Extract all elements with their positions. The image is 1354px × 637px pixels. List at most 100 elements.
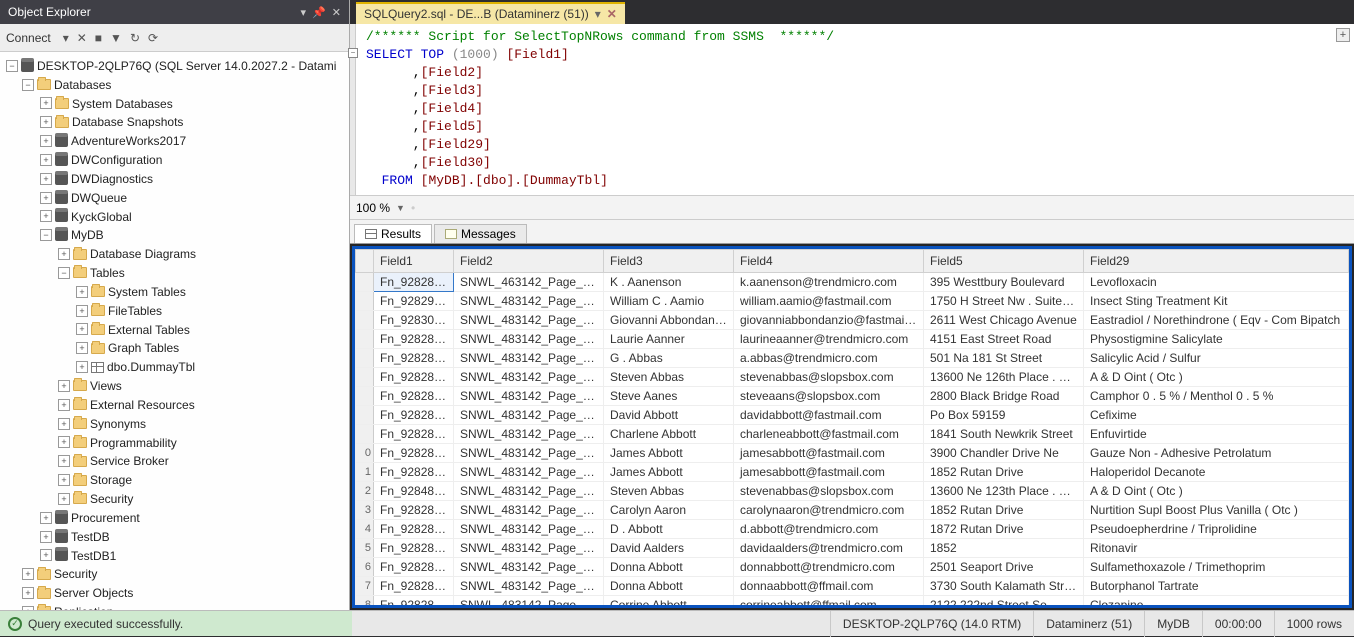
cell-field1[interactable]: Fn_9282848: [374, 520, 454, 539]
cell-field3[interactable]: David Abbott: [604, 406, 734, 425]
cell-field3[interactable]: David Aalders: [604, 539, 734, 558]
cell-field1[interactable]: Fn_9282843: [374, 406, 454, 425]
mydb-sub-node[interactable]: Service Broker: [90, 454, 169, 468]
cell-field1[interactable]: Fn_9282841: [374, 368, 454, 387]
cell-field1[interactable]: Fn_9283063: [374, 311, 454, 330]
tab-messages[interactable]: Messages: [434, 224, 527, 243]
cell-field4[interactable]: davidaalders@trendmicro.com: [734, 539, 924, 558]
diagrams-node[interactable]: Database Diagrams: [90, 247, 196, 261]
cell-field29[interactable]: Cefixime: [1084, 406, 1349, 425]
cell-field5[interactable]: 2611 West Chicago Avenue: [924, 311, 1084, 330]
tab-dropdown-icon[interactable]: ▾: [595, 7, 601, 21]
cell-field1[interactable]: Fn_9282852: [374, 596, 454, 609]
mydb-sub-node[interactable]: Security: [90, 492, 133, 506]
cell-field2[interactable]: SNWL_483142_Page_5659: [454, 539, 604, 558]
tree-toggle[interactable]: +: [40, 549, 52, 561]
cell-field3[interactable]: G . Abbas: [604, 349, 734, 368]
row-number[interactable]: [356, 406, 374, 425]
row-number[interactable]: [356, 368, 374, 387]
cell-field2[interactable]: SNWL_483142_Page_5659: [454, 577, 604, 596]
row-number[interactable]: [356, 330, 374, 349]
tree-toggle[interactable]: +: [58, 493, 70, 505]
cell-field3[interactable]: Steve Aanes: [604, 387, 734, 406]
cell-field3[interactable]: Laurie Aanner: [604, 330, 734, 349]
cell-field3[interactable]: Carolyn Aaron: [604, 501, 734, 520]
connect-button[interactable]: Connect: [6, 31, 55, 45]
cell-field29[interactable]: Insect Sting Treatment Kit: [1084, 292, 1349, 311]
cell-field1[interactable]: Fn_9282844: [374, 425, 454, 444]
pin-icon[interactable]: 📌: [312, 6, 326, 19]
tree-toggle[interactable]: +: [22, 568, 34, 580]
tree-toggle[interactable]: +: [58, 380, 70, 392]
cell-field4[interactable]: donnabbott@trendmicro.com: [734, 558, 924, 577]
cell-field3[interactable]: James Abbott: [604, 444, 734, 463]
cell-field4[interactable]: d.abbott@trendmicro.com: [734, 520, 924, 539]
cell-field29[interactable]: Butorphanol Tartrate: [1084, 577, 1349, 596]
db-node[interactable]: TestDB: [71, 530, 110, 544]
editor-expand-icon[interactable]: +: [1336, 28, 1350, 42]
results-grid[interactable]: Field1 Field2 Field3 Field4 Field5 Field…: [355, 249, 1349, 608]
row-number[interactable]: 4: [356, 520, 374, 539]
tree-toggle[interactable]: +: [40, 135, 52, 147]
cell-field5[interactable]: 1841 South Newkrik Street: [924, 425, 1084, 444]
table-row[interactable]: 8Fn_9282852SNWL_483142_Page_5659Corrine …: [356, 596, 1349, 609]
cell-field2[interactable]: SNWL_483142_Page_5658: [454, 349, 604, 368]
column-header[interactable]: Field2: [454, 250, 604, 273]
tree-toggle[interactable]: +: [58, 455, 70, 467]
cell-field29[interactable]: Nurtition Supl Boost Plus Vanilla ( Otc …: [1084, 501, 1349, 520]
cell-field2[interactable]: SNWL_483142_Page_5658: [454, 463, 604, 482]
row-header-corner[interactable]: [356, 250, 374, 273]
cell-field1[interactable]: Fn_9282863: [374, 273, 454, 292]
tree-toggle[interactable]: +: [58, 418, 70, 430]
tab-close-icon[interactable]: ✕: [607, 7, 617, 21]
cell-field4[interactable]: jamesabbott@fastmail.com: [734, 463, 924, 482]
table-row[interactable]: Fn_9282863SNWL_463142_Page_5661K . Aanen…: [356, 273, 1349, 292]
table-sub-node[interactable]: Graph Tables: [108, 341, 179, 355]
cell-field29[interactable]: Clozapine: [1084, 596, 1349, 609]
table-row[interactable]: Fn_9282844SNWL_483142_Page_5658Charlene …: [356, 425, 1349, 444]
cell-field3[interactable]: Donna Abbott: [604, 577, 734, 596]
tree-toggle[interactable]: +: [76, 305, 88, 317]
cell-field2[interactable]: SNWL_483142_Page_5567: [454, 292, 604, 311]
db-node[interactable]: DWConfiguration: [71, 153, 162, 167]
cell-field29[interactable]: Gauze Non - Adhesive Petrolatum: [1084, 444, 1349, 463]
tree-toggle[interactable]: +: [76, 286, 88, 298]
tree-toggle[interactable]: +: [76, 323, 88, 335]
cell-field1[interactable]: Fn_9284841: [374, 482, 454, 501]
cell-field29[interactable]: Ritonavir: [1084, 539, 1349, 558]
dropdown-icon[interactable]: ▾: [301, 6, 307, 19]
tree-toggle[interactable]: +: [40, 154, 52, 166]
table-sub-node[interactable]: FileTables: [108, 304, 162, 318]
cell-field29[interactable]: Salicylic Acid / Sulfur: [1084, 349, 1349, 368]
table-row[interactable]: Fn_9282840SNWL_483142_Page_5658G . Abbas…: [356, 349, 1349, 368]
collapse-icon[interactable]: −: [348, 48, 358, 58]
row-number[interactable]: [356, 387, 374, 406]
sysdb-node[interactable]: System Databases: [72, 96, 173, 110]
cell-field5[interactable]: 501 Na 181 St Street: [924, 349, 1084, 368]
pulse-icon[interactable]: ⟳: [148, 31, 158, 45]
tab-results[interactable]: Results: [354, 224, 432, 243]
tree-toggle[interactable]: +: [76, 342, 88, 354]
row-number[interactable]: [356, 349, 374, 368]
refresh-icon[interactable]: ↻: [130, 31, 140, 45]
cell-field29[interactable]: A & D Oint ( Otc ): [1084, 368, 1349, 387]
cell-field2[interactable]: SNWL_483142_Page_5658: [454, 482, 604, 501]
tree-toggle[interactable]: −: [40, 229, 52, 241]
table-row[interactable]: 7Fn_9282851SNWL_483142_Page_5659Donna Ab…: [356, 577, 1349, 596]
cell-field1[interactable]: Fn_9282851: [374, 577, 454, 596]
cell-field1[interactable]: Fn_9282839: [374, 330, 454, 349]
mydb-sub-node[interactable]: External Resources: [90, 398, 195, 412]
cell-field5[interactable]: 1852 Rutan Drive: [924, 501, 1084, 520]
row-number[interactable]: 3: [356, 501, 374, 520]
cell-field5[interactable]: 2800 Black Bridge Road: [924, 387, 1084, 406]
cell-field4[interactable]: corrineabbott@ffmail.com: [734, 596, 924, 609]
table-row[interactable]: 2Fn_9284841SNWL_483142_Page_5658Steven A…: [356, 482, 1349, 501]
cell-field5[interactable]: 4151 East Street Road: [924, 330, 1084, 349]
cell-field5[interactable]: Po Box 59159: [924, 406, 1084, 425]
tree-toggle[interactable]: +: [40, 210, 52, 222]
cell-field4[interactable]: laurineaanner@trendmicro.com: [734, 330, 924, 349]
tables-node[interactable]: Tables: [90, 266, 125, 280]
cell-field1[interactable]: Fn_9282908: [374, 292, 454, 311]
cell-field4[interactable]: steveaans@slopsbox.com: [734, 387, 924, 406]
server-section[interactable]: Server Objects: [54, 586, 133, 600]
